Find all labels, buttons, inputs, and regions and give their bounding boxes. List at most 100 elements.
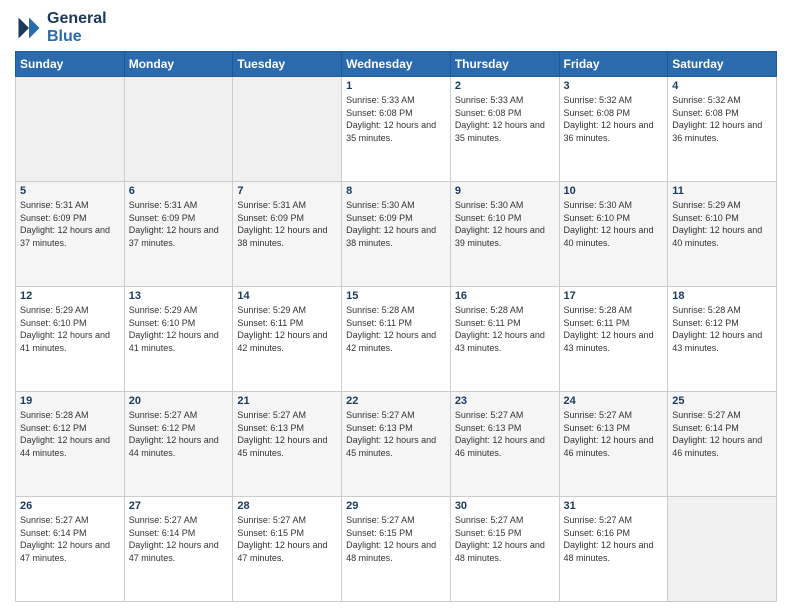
calendar-cell: 28 Sunrise: 5:27 AMSunset: 6:15 PMDayligh… bbox=[233, 497, 342, 602]
day-info: Sunrise: 5:30 AMSunset: 6:10 PMDaylight:… bbox=[564, 199, 664, 249]
calendar-cell: 13 Sunrise: 5:29 AMSunset: 6:10 PMDayligh… bbox=[124, 287, 233, 392]
day-number: 31 bbox=[564, 500, 664, 512]
calendar-cell bbox=[124, 77, 233, 182]
day-info: Sunrise: 5:27 AMSunset: 6:12 PMDaylight:… bbox=[129, 409, 229, 459]
day-number: 20 bbox=[129, 395, 229, 407]
calendar-cell: 5 Sunrise: 5:31 AMSunset: 6:09 PMDaylight… bbox=[16, 182, 125, 287]
calendar-cell: 8 Sunrise: 5:30 AMSunset: 6:09 PMDaylight… bbox=[342, 182, 451, 287]
col-header-wednesday: Wednesday bbox=[342, 52, 451, 77]
day-info: Sunrise: 5:27 AMSunset: 6:13 PMDaylight:… bbox=[455, 409, 555, 459]
day-number: 12 bbox=[20, 290, 120, 302]
day-info: Sunrise: 5:27 AMSunset: 6:14 PMDaylight:… bbox=[129, 514, 229, 564]
logo-icon bbox=[15, 14, 43, 42]
day-info: Sunrise: 5:28 AMSunset: 6:11 PMDaylight:… bbox=[564, 304, 664, 354]
day-number: 9 bbox=[455, 185, 555, 197]
calendar-cell: 24Sunrise: 5:27 AMSunset: 6:13 PMDayligh… bbox=[559, 392, 668, 497]
calendar-cell: 4 Sunrise: 5:32 AMSunset: 6:08 PMDaylight… bbox=[668, 77, 777, 182]
header: General Blue bbox=[15, 10, 777, 45]
day-info: Sunrise: 5:29 AMSunset: 6:10 PMDaylight:… bbox=[129, 304, 229, 354]
day-number: 29 bbox=[346, 500, 446, 512]
day-info: Sunrise: 5:29 AMSunset: 6:10 PMDaylight:… bbox=[20, 304, 120, 354]
day-number: 10 bbox=[564, 185, 664, 197]
calendar-cell: 3 Sunrise: 5:32 AMSunset: 6:08 PMDaylight… bbox=[559, 77, 668, 182]
day-number: 16 bbox=[455, 290, 555, 302]
day-number: 8 bbox=[346, 185, 446, 197]
calendar-cell: 1 Sunrise: 5:33 AMSunset: 6:08 PMDaylight… bbox=[342, 77, 451, 182]
calendar-cell: 19 Sunrise: 5:28 AMSunset: 6:12 PMDayligh… bbox=[16, 392, 125, 497]
calendar-cell bbox=[233, 77, 342, 182]
day-info: Sunrise: 5:30 AMSunset: 6:10 PMDaylight:… bbox=[455, 199, 555, 249]
day-info: Sunrise: 5:30 AMSunset: 6:09 PMDaylight:… bbox=[346, 199, 446, 249]
day-info: Sunrise: 5:33 AMSunset: 6:08 PMDaylight:… bbox=[455, 94, 555, 144]
calendar-cell: 11 Sunrise: 5:29 AMSunset: 6:10 PMDayligh… bbox=[668, 182, 777, 287]
day-number: 11 bbox=[672, 185, 772, 197]
calendar-cell: 27 Sunrise: 5:27 AMSunset: 6:14 PMDayligh… bbox=[124, 497, 233, 602]
day-number: 5 bbox=[20, 185, 120, 197]
logo-text: General Blue bbox=[47, 10, 107, 45]
day-info: Sunrise: 5:27 AMSunset: 6:13 PMDaylight:… bbox=[346, 409, 446, 459]
day-number: 19 bbox=[20, 395, 120, 407]
calendar-cell: 12 Sunrise: 5:29 AMSunset: 6:10 PMDayligh… bbox=[16, 287, 125, 392]
logo: General Blue bbox=[15, 10, 107, 45]
day-number: 14 bbox=[237, 290, 337, 302]
calendar-cell: 14 Sunrise: 5:29 AMSunset: 6:11 PMDayligh… bbox=[233, 287, 342, 392]
calendar-cell bbox=[668, 497, 777, 602]
col-header-friday: Friday bbox=[559, 52, 668, 77]
calendar-cell: 6Sunrise: 5:31 AMSunset: 6:09 PMDaylight… bbox=[124, 182, 233, 287]
day-number: 30 bbox=[455, 500, 555, 512]
day-info: Sunrise: 5:31 AMSunset: 6:09 PMDaylight:… bbox=[237, 199, 337, 249]
calendar-cell: 10 Sunrise: 5:30 AMSunset: 6:10 PMDayligh… bbox=[559, 182, 668, 287]
calendar-cell: 15Sunrise: 5:28 AMSunset: 6:11 PMDayligh… bbox=[342, 287, 451, 392]
col-header-monday: Monday bbox=[124, 52, 233, 77]
calendar-cell: 20 Sunrise: 5:27 AMSunset: 6:12 PMDayligh… bbox=[124, 392, 233, 497]
calendar-cell: 18 Sunrise: 5:28 AMSunset: 6:12 PMDayligh… bbox=[668, 287, 777, 392]
day-info: Sunrise: 5:27 AMSunset: 6:16 PMDaylight:… bbox=[564, 514, 664, 564]
day-number: 26 bbox=[20, 500, 120, 512]
day-info: Sunrise: 5:28 AMSunset: 6:12 PMDaylight:… bbox=[20, 409, 120, 459]
col-header-thursday: Thursday bbox=[450, 52, 559, 77]
calendar-cell: 30Sunrise: 5:27 AMSunset: 6:15 PMDayligh… bbox=[450, 497, 559, 602]
day-number: 13 bbox=[129, 290, 229, 302]
col-header-sunday: Sunday bbox=[16, 52, 125, 77]
day-info: Sunrise: 5:27 AMSunset: 6:13 PMDaylight:… bbox=[237, 409, 337, 459]
day-number: 21 bbox=[237, 395, 337, 407]
day-number: 24 bbox=[564, 395, 664, 407]
day-number: 28 bbox=[237, 500, 337, 512]
day-info: Sunrise: 5:27 AMSunset: 6:15 PMDaylight:… bbox=[346, 514, 446, 564]
day-number: 2 bbox=[455, 80, 555, 92]
day-number: 6 bbox=[129, 185, 229, 197]
calendar-cell: 22 Sunrise: 5:27 AMSunset: 6:13 PMDayligh… bbox=[342, 392, 451, 497]
day-info: Sunrise: 5:27 AMSunset: 6:14 PMDaylight:… bbox=[20, 514, 120, 564]
day-info: Sunrise: 5:29 AMSunset: 6:10 PMDaylight:… bbox=[672, 199, 772, 249]
day-info: Sunrise: 5:33 AMSunset: 6:08 PMDaylight:… bbox=[346, 94, 446, 144]
day-number: 7 bbox=[237, 185, 337, 197]
day-number: 3 bbox=[564, 80, 664, 92]
day-number: 27 bbox=[129, 500, 229, 512]
calendar-cell: 31 Sunrise: 5:27 AMSunset: 6:16 PMDayligh… bbox=[559, 497, 668, 602]
day-number: 25 bbox=[672, 395, 772, 407]
day-number: 4 bbox=[672, 80, 772, 92]
day-number: 1 bbox=[346, 80, 446, 92]
calendar-cell: 7 Sunrise: 5:31 AMSunset: 6:09 PMDaylight… bbox=[233, 182, 342, 287]
day-info: Sunrise: 5:27 AMSunset: 6:15 PMDaylight:… bbox=[237, 514, 337, 564]
day-number: 23 bbox=[455, 395, 555, 407]
day-info: Sunrise: 5:28 AMSunset: 6:11 PMDaylight:… bbox=[346, 304, 446, 354]
day-number: 22 bbox=[346, 395, 446, 407]
calendar-cell: 9 Sunrise: 5:30 AMSunset: 6:10 PMDaylight… bbox=[450, 182, 559, 287]
day-info: Sunrise: 5:32 AMSunset: 6:08 PMDaylight:… bbox=[672, 94, 772, 144]
day-number: 17 bbox=[564, 290, 664, 302]
calendar-cell: 17 Sunrise: 5:28 AMSunset: 6:11 PMDayligh… bbox=[559, 287, 668, 392]
calendar-cell bbox=[16, 77, 125, 182]
day-info: Sunrise: 5:32 AMSunset: 6:08 PMDaylight:… bbox=[564, 94, 664, 144]
day-info: Sunrise: 5:29 AMSunset: 6:11 PMDaylight:… bbox=[237, 304, 337, 354]
calendar-table: SundayMondayTuesdayWednesdayThursdayFrid… bbox=[15, 51, 777, 602]
col-header-tuesday: Tuesday bbox=[233, 52, 342, 77]
day-number: 18 bbox=[672, 290, 772, 302]
day-info: Sunrise: 5:28 AMSunset: 6:12 PMDaylight:… bbox=[672, 304, 772, 354]
calendar-cell: 2 Sunrise: 5:33 AMSunset: 6:08 PMDaylight… bbox=[450, 77, 559, 182]
day-info: Sunrise: 5:31 AMSunset: 6:09 PMDaylight:… bbox=[20, 199, 120, 249]
calendar-cell: 29 Sunrise: 5:27 AMSunset: 6:15 PMDayligh… bbox=[342, 497, 451, 602]
calendar-cell: 21 Sunrise: 5:27 AMSunset: 6:13 PMDayligh… bbox=[233, 392, 342, 497]
day-info: Sunrise: 5:27 AMSunset: 6:14 PMDaylight:… bbox=[672, 409, 772, 459]
page: General Blue SundayMondayTuesdayWednesda… bbox=[0, 0, 792, 612]
